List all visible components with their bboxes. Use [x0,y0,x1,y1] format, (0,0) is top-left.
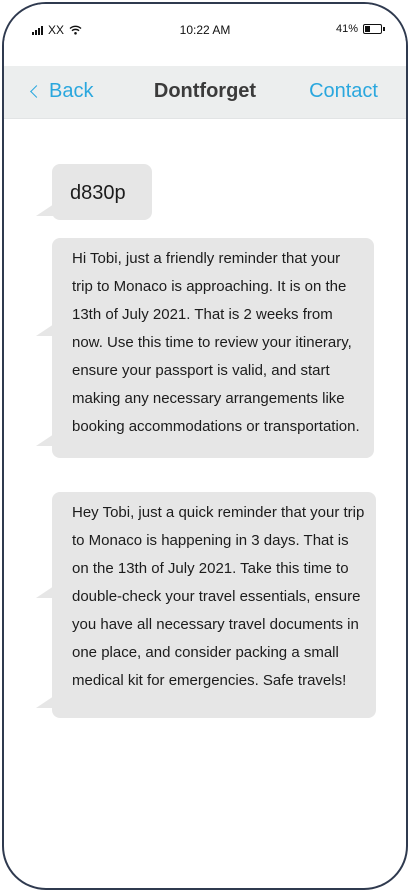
nav-bar: Back Dontforget Contact [4,66,406,119]
message-text: Hey Tobi, just a quick reminder that you… [72,504,365,689]
battery-percent: 41% [335,23,358,35]
message-bubble: Hi Tobi, just a friendly reminder that y… [36,238,374,458]
bubble-tail [36,586,54,598]
status-bar: XX 10:22 AM 41% [4,4,406,66]
bubble-tail [36,696,54,708]
message-bubble: Hey Tobi, just a quick reminder that you… [36,492,376,718]
bubble-tail [36,434,54,446]
bubble-tail [36,204,54,216]
message-text: Hi Tobi, just a friendly reminder that y… [72,250,360,435]
battery-icon [363,24,385,34]
contact-button[interactable]: Contact [309,80,378,103]
message-bubble-code: d830p [36,164,152,220]
phone-frame: XX 10:22 AM 41% Back Dontforget Contact … [2,2,408,890]
message-text: d830p [70,182,126,204]
status-right: 41% [335,23,385,35]
bubble-tail [36,324,54,336]
battery-fill [365,26,370,32]
